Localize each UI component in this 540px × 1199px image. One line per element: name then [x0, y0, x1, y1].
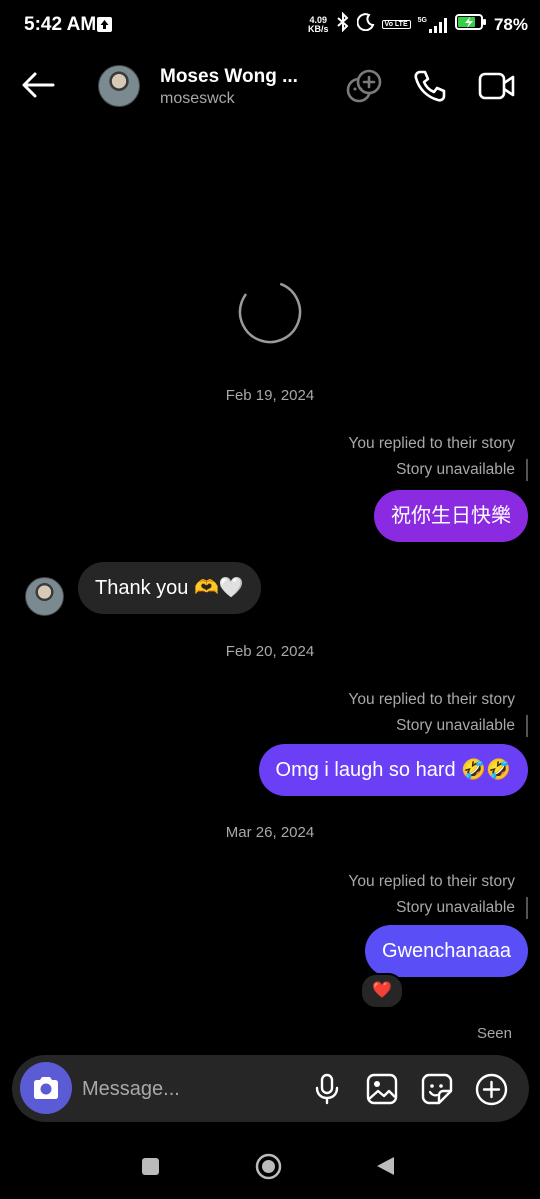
bluetooth-icon [336, 11, 350, 37]
gallery-icon [366, 1073, 398, 1105]
voice-message-button[interactable] [313, 1073, 341, 1110]
video-call-button[interactable] [478, 70, 516, 107]
camera-button[interactable] [20, 1062, 72, 1114]
story-unavailable-label[interactable]: Story unavailable [396, 461, 515, 479]
story-reply-label: You replied to their story [348, 435, 515, 452]
story-unavailable-label[interactable]: Story unavailable [396, 717, 515, 735]
loading-spinner-icon [238, 280, 302, 344]
status-icons: 4.09 KB/s Vo LTE 5G 78% [308, 11, 528, 37]
moon-icon [356, 13, 375, 36]
date-separator: Feb 19, 2024 [225, 387, 315, 404]
home-button[interactable] [255, 1153, 282, 1185]
story-reply-label: You replied to their story [348, 873, 515, 890]
seen-status: Seen [476, 1025, 512, 1042]
recents-button[interactable] [142, 1158, 159, 1175]
microphone-icon [315, 1073, 339, 1105]
story-reply-bar [526, 715, 528, 737]
back-arrow-icon [22, 72, 55, 98]
status-time: 5:42 AM [24, 14, 97, 35]
avatar[interactable] [98, 65, 140, 107]
network-speed: 4.09 KB/s [308, 14, 329, 34]
add-people-icon [346, 69, 382, 103]
phone-icon [414, 70, 446, 102]
outgoing-message[interactable]: Gwenchanaaa [365, 925, 528, 977]
outgoing-message[interactable]: Omg i laugh so hard 🤣🤣 [258, 744, 528, 796]
battery-percent: 78% [493, 14, 528, 34]
back-triangle-icon [377, 1157, 394, 1175]
sticker-icon [421, 1073, 453, 1105]
contact-name[interactable]: Moses Wong ... [160, 66, 298, 88]
heart-reaction[interactable]: ❤️ [360, 973, 404, 1009]
sticker-button[interactable] [421, 1073, 453, 1110]
more-options-button[interactable] [475, 1073, 508, 1111]
incoming-message[interactable]: Thank you 🫶🤍 [78, 562, 261, 614]
story-reply-bar [526, 897, 528, 919]
voice-call-button[interactable] [412, 68, 448, 109]
gallery-button[interactable] [366, 1073, 398, 1110]
volte-badge: Vo LTE [381, 20, 411, 29]
sender-avatar[interactable] [25, 577, 64, 616]
date-separator: Mar 26, 2024 [225, 824, 315, 841]
add-people-button[interactable] [345, 68, 383, 109]
story-reply-bar [526, 459, 528, 481]
home-circle-icon [255, 1153, 282, 1180]
back-nav-button[interactable] [374, 1155, 396, 1182]
story-unavailable-label[interactable]: Story unavailable [396, 899, 515, 917]
contact-username[interactable]: moseswck [160, 90, 235, 108]
date-separator: Feb 20, 2024 [225, 643, 315, 660]
signal-icon: 5G [418, 17, 448, 33]
back-button[interactable] [20, 70, 56, 105]
camera-icon [34, 1077, 58, 1099]
plus-icon [475, 1073, 508, 1106]
upload-icon [97, 17, 112, 32]
battery-icon [454, 13, 487, 36]
outgoing-message[interactable]: 祝你生日快樂 [374, 490, 528, 542]
video-icon [478, 72, 515, 100]
message-input[interactable] [82, 1074, 292, 1104]
story-reply-label: You replied to their story [348, 691, 515, 708]
